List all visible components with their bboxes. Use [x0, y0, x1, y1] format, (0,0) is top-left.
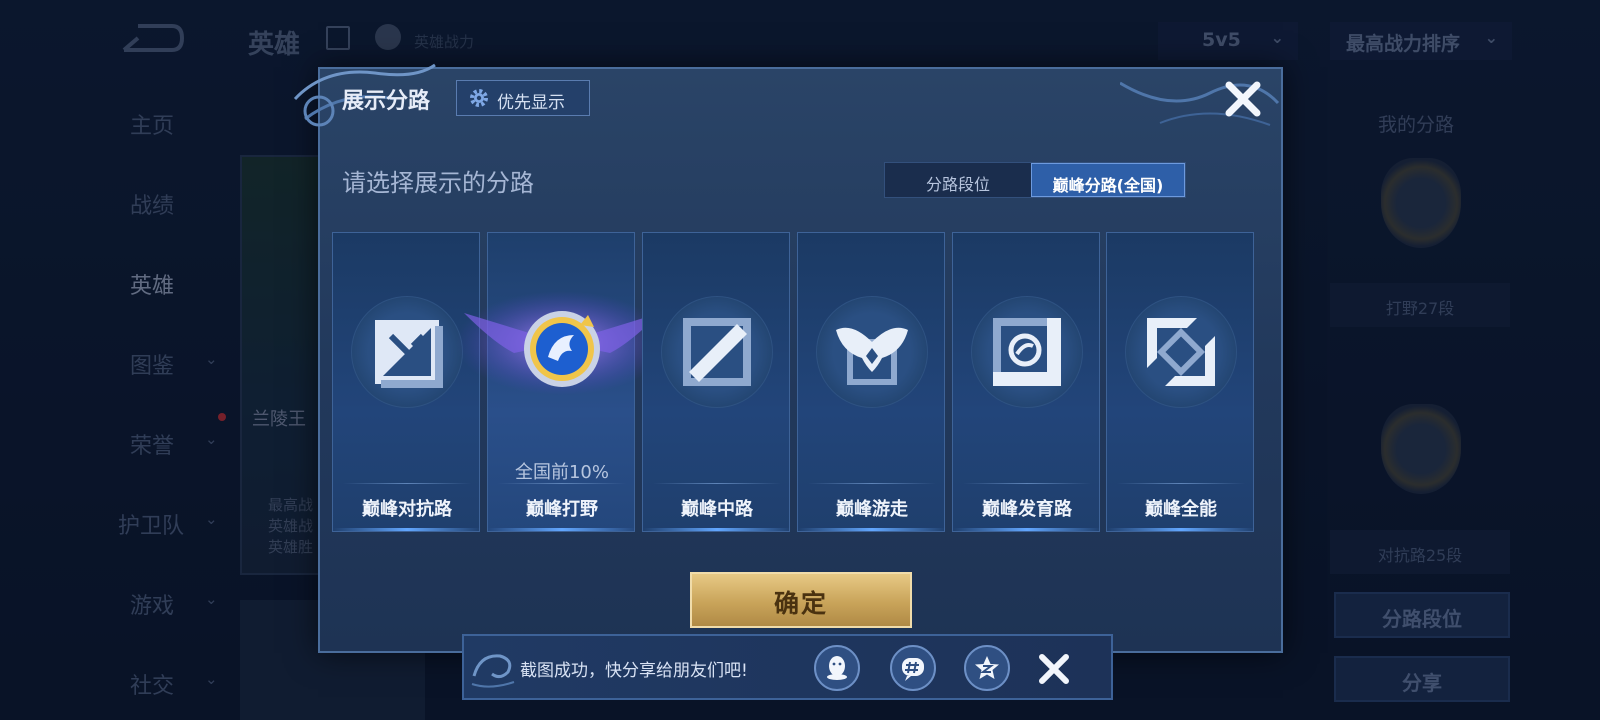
- lane-card-all-round[interactable]: 巅峰全能: [1106, 232, 1255, 532]
- priority-display-label: 优先显示: [497, 93, 565, 113]
- card-divider: [1117, 483, 1245, 484]
- card-glow: [1107, 528, 1255, 531]
- screenshot-toast: 截图成功，快分享给朋友们吧!: [462, 634, 1113, 700]
- lane-card-jungle[interactable]: 全国前10% 巅峰打野: [456, 232, 668, 532]
- card-divider: [343, 483, 471, 484]
- share-moments-button[interactable]: [890, 645, 936, 691]
- swirl-decoration: [471, 654, 515, 688]
- share-qzone-button[interactable]: [964, 645, 1010, 691]
- lane-display-dialog: 展示分路 优先显示 请选择展示的分路 分路段位 巅峰分路(全国) 巅峰对抗路 全…: [293, 63, 1283, 653]
- card-glow: [798, 528, 946, 531]
- sword-lane-icon: [375, 320, 443, 388]
- gear-icon: [470, 89, 488, 107]
- farm-lane-icon: [993, 318, 1061, 386]
- all-round-icon: [1147, 318, 1215, 386]
- lane-label: 巅峰游走: [836, 499, 908, 520]
- tab-peak-lane-national[interactable]: 巅峰分路(全国): [1031, 163, 1185, 197]
- toast-message: 截图成功，快分享给朋友们吧!: [520, 661, 748, 681]
- priority-display-button[interactable]: 优先显示: [456, 80, 590, 116]
- lane-label: 巅峰打野: [526, 499, 598, 520]
- support-wings-icon: [836, 327, 908, 385]
- lane-card-roam[interactable]: 巅峰游走: [797, 232, 946, 532]
- qq-icon: [827, 656, 847, 680]
- mid-lane-icon: [683, 318, 751, 386]
- lane-card-mid[interactable]: 巅峰中路: [642, 232, 791, 532]
- card-glow: [333, 528, 481, 531]
- jungle-dragon-emblem-icon: [524, 311, 600, 387]
- moments-icon: [902, 658, 924, 681]
- dialog-title: 展示分路: [342, 89, 431, 114]
- lane-label: 巅峰中路: [681, 499, 753, 520]
- card-glow: [643, 528, 791, 531]
- dialog-subtitle: 请选择展示的分路: [342, 169, 534, 197]
- qzone-icon: [975, 656, 999, 679]
- card-glow: [953, 528, 1101, 531]
- lane-card-farm[interactable]: 巅峰发育路: [952, 232, 1101, 532]
- close-icon[interactable]: [1036, 651, 1072, 687]
- lane-label: 巅峰对抗路: [362, 499, 452, 520]
- tab-lane-rank[interactable]: 分路段位: [885, 163, 1031, 197]
- card-divider: [963, 483, 1091, 484]
- lane-label: 巅峰发育路: [982, 499, 1072, 520]
- close-icon[interactable]: [1223, 79, 1263, 119]
- confirm-button[interactable]: 确定: [690, 572, 912, 628]
- card-divider: [808, 483, 936, 484]
- lane-mode-toggle: 分路段位 巅峰分路(全国): [884, 162, 1186, 198]
- card-divider: [653, 483, 781, 484]
- share-qq-button[interactable]: [814, 645, 860, 691]
- ranking-percentile: 全国前10%: [514, 462, 609, 483]
- card-divider: [498, 483, 626, 484]
- card-glow: [488, 528, 636, 531]
- lane-label: 巅峰全能: [1145, 499, 1217, 520]
